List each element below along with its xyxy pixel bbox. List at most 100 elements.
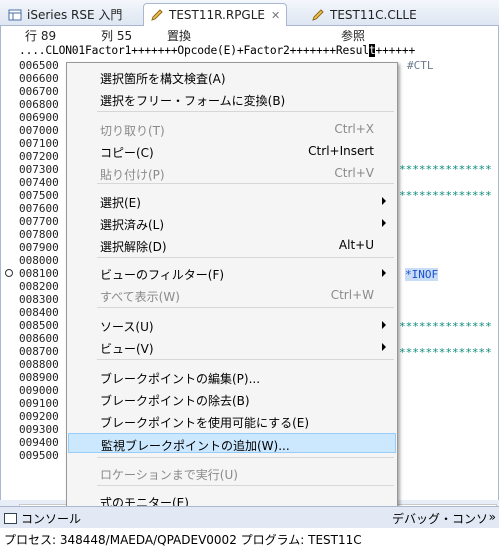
line-number: 007600	[19, 202, 59, 215]
row-indicator: 行 89	[25, 29, 57, 43]
breakpoint-marker-icon[interactable]	[5, 269, 13, 277]
menu-item[interactable]: 貼り付け(P) Ctrl+V	[68, 163, 396, 183]
menu-item-label: 監視ブレークポイントの追加(W)...	[101, 439, 290, 453]
line-number: 007000	[19, 124, 59, 137]
more-tabs-button[interactable]: »	[489, 510, 496, 524]
line-number: 008800	[19, 358, 59, 371]
menu-item-label: 選択をフリー・フォームに変換(B)	[100, 94, 286, 108]
table-icon	[8, 8, 22, 22]
menu-separator	[97, 457, 394, 458]
tab-label: コンソール	[21, 512, 82, 526]
menu-item[interactable]: コピー(C) Ctrl+Insert	[68, 141, 396, 161]
pencil-icon	[311, 8, 325, 22]
menu-item-label: 選択(E)	[100, 196, 141, 210]
tab-test11c[interactable]: TEST11C.CLLE	[305, 3, 423, 26]
menu-item[interactable]: 切り取り(T) Ctrl+X	[68, 119, 396, 139]
console-icon	[4, 513, 17, 524]
editor-tab-bar: iSeries RSE 入門 TEST11R.RPGLE ✕ TEST11C.C…	[0, 0, 499, 26]
pencil-icon	[150, 8, 164, 22]
bottom-panel-tabs: コンソール デバッグ・コンソール »	[0, 506, 499, 543]
submenu-arrow-icon	[382, 343, 386, 351]
menu-item[interactable]: 選択解除(D) Alt+U	[68, 235, 396, 255]
menu-item-label: ブレークポイントの除去(B)	[100, 394, 250, 408]
menu-item-label: ブレークポイントの編集(P)...	[100, 372, 261, 386]
line-number: 008100	[19, 267, 59, 280]
stars-fragment: **************	[399, 346, 492, 359]
close-icon[interactable]: ✕	[271, 9, 280, 22]
menu-item[interactable]: ロケーションまで実行(U)	[68, 463, 396, 483]
menu-item-label: すべて表示(W)	[100, 290, 180, 304]
menu-item[interactable]: ビューのフィルター(F)	[68, 263, 396, 283]
line-number: 008200	[19, 280, 59, 293]
tab-label: TEST11C.CLLE	[330, 7, 417, 22]
menu-item[interactable]: 選択(E)	[68, 191, 396, 211]
line-number: 008400	[19, 306, 59, 319]
line-number: 008900	[19, 371, 59, 384]
menu-item[interactable]: 選択箇所を構文検査(A)	[68, 67, 396, 87]
menu-item-label: ロケーションまで実行(U)	[100, 468, 238, 482]
menu-item-label: 選択箇所を構文検査(A)	[100, 72, 226, 86]
menu-item-label: 選択解除(D)	[100, 240, 167, 254]
line-number: 006800	[19, 98, 59, 111]
menu-item-label: 貼り付け(P)	[100, 168, 165, 182]
menu-item[interactable]: ブレークポイントを使用可能にする(E)	[68, 411, 396, 431]
line-number: 009300	[19, 423, 59, 436]
menu-item[interactable]: ブレークポイントの編集(P)...	[68, 367, 396, 387]
submenu-arrow-icon	[382, 219, 386, 227]
submenu-arrow-icon	[382, 321, 386, 329]
menu-separator	[97, 485, 394, 486]
line-number: 009200	[19, 410, 59, 423]
menu-item-shortcut: Ctrl+W	[330, 288, 374, 302]
ruler-text-tail: ++++++	[375, 44, 416, 57]
stars-fragment: **************	[399, 189, 492, 202]
menu-separator	[97, 307, 394, 308]
tab-test11r[interactable]: TEST11R.RPGLE ✕	[143, 3, 288, 26]
editor-status-line: 行 89 列 55 置換 参照	[1, 26, 498, 43]
line-number: 009000	[19, 384, 59, 397]
line-number: 008700	[19, 345, 59, 358]
menu-item-shortcut: Ctrl+X	[334, 122, 374, 136]
line-number: 007700	[19, 215, 59, 228]
process-info: プロセス: 348448/MAEDA/QPADEV0002 プログラム: TES…	[0, 528, 499, 548]
line-number: 007400	[19, 176, 59, 189]
context-menu: 選択箇所を構文検査(A) 選択をフリー・フォームに変換(B) 切り取り(T) Ctrl…	[66, 62, 398, 538]
line-number: 008600	[19, 332, 59, 345]
submenu-arrow-icon	[382, 269, 386, 277]
line-number: 009400	[19, 436, 59, 449]
menu-separator	[97, 111, 394, 112]
tab-label: iSeries RSE 入門	[27, 8, 123, 22]
line-number: 007500	[19, 189, 59, 202]
menu-item[interactable]: 監視ブレークポイントの追加(W)...	[68, 433, 396, 453]
tab-console[interactable]: コンソール	[4, 510, 81, 527]
tab-iseries-rse[interactable]: iSeries RSE 入門	[2, 3, 128, 26]
line-number: 007300	[19, 163, 59, 176]
line-number: 007800	[19, 228, 59, 241]
ruler-text: ....CLON01Factor1+++++++Opcode(E)+Factor…	[19, 44, 369, 57]
column-indicator: 列 55	[101, 29, 133, 43]
stars-fragment: **************	[399, 320, 492, 333]
menu-item-shortcut: Ctrl+Insert	[308, 144, 374, 158]
submenu-arrow-icon	[382, 197, 386, 205]
menu-item[interactable]: ブレークポイントの除去(B)	[68, 389, 396, 409]
line-number: 006600	[19, 72, 59, 85]
line-number: 009100	[19, 397, 59, 410]
menu-item-label: 切り取り(T)	[100, 124, 165, 138]
line-number: 008500	[19, 319, 59, 332]
line-number: 007200	[19, 150, 59, 163]
menu-item-label: コピー(C)	[100, 146, 154, 160]
menu-separator	[97, 257, 394, 258]
line-number: 008000	[19, 254, 59, 267]
line-number: 006500	[19, 59, 59, 72]
menu-item[interactable]: ビュー(V)	[68, 337, 396, 357]
menu-item[interactable]: 選択済み(L)	[68, 213, 396, 233]
menu-item[interactable]: ソース(U)	[68, 315, 396, 335]
menu-item[interactable]: 選択をフリー・フォームに変換(B)	[68, 89, 396, 109]
menu-item[interactable]: すべて表示(W) Ctrl+W	[68, 285, 396, 305]
menu-item-label: ソース(U)	[100, 320, 154, 334]
stars-fragment: **************	[399, 163, 492, 176]
menu-item-shortcut: Ctrl+V	[334, 166, 374, 180]
line-number: 008300	[19, 293, 59, 306]
mode-indicator: 置換	[167, 29, 192, 43]
menu-separator	[97, 359, 394, 360]
inof-fragment: *INOF	[405, 268, 439, 281]
